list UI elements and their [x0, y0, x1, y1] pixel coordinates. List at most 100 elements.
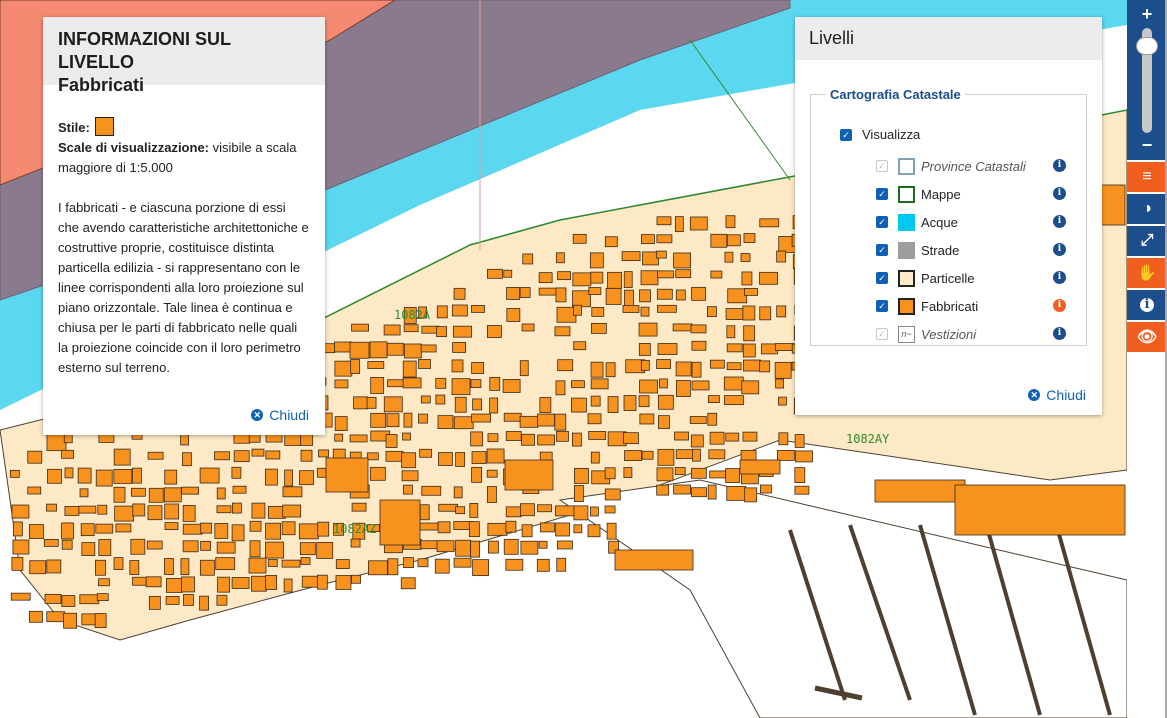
- layer-label: Particelle: [921, 270, 975, 286]
- cartography-group: Cartografia Catastale ✓ Visualizza ✓ Prov…: [810, 87, 1087, 346]
- building: [267, 559, 278, 567]
- building: [132, 576, 147, 586]
- building: [759, 360, 771, 373]
- layer-info-panel: INFORMAZIONI SUL LIVELLO Fabbricati Stil…: [43, 17, 325, 435]
- info-button[interactable]: i: [1127, 290, 1167, 320]
- building: [538, 540, 548, 549]
- building: [435, 377, 447, 389]
- building: [27, 486, 42, 495]
- layer-row-acque[interactable]: ✓ Acque i: [876, 211, 1076, 233]
- building: [725, 432, 740, 442]
- building: [725, 308, 744, 320]
- building: [335, 559, 350, 569]
- building: [726, 362, 742, 371]
- building: [81, 542, 96, 556]
- building: [469, 503, 479, 518]
- pan-button[interactable]: ✋: [1127, 258, 1167, 288]
- building: [503, 269, 513, 278]
- layer-row-particelle[interactable]: ✓ Particelle i: [876, 267, 1076, 289]
- building: [555, 252, 565, 264]
- style-label: Stile:: [58, 120, 90, 135]
- building: [9, 469, 20, 478]
- building: [519, 287, 531, 298]
- building: [657, 304, 677, 313]
- building: [163, 487, 182, 503]
- building: [572, 233, 587, 244]
- info-icon[interactable]: i: [1053, 327, 1066, 340]
- layer-checkbox[interactable]: ✓: [876, 244, 888, 256]
- zoom-in-button[interactable]: +: [1127, 3, 1167, 25]
- building: [1099, 184, 1126, 226]
- building: [164, 522, 179, 530]
- visibility-button[interactable]: 👁: [1127, 322, 1167, 352]
- building: [774, 361, 792, 379]
- contrast-icon: ◑: [1142, 200, 1152, 217]
- building: [182, 505, 196, 522]
- building: [707, 306, 717, 318]
- info-close-button[interactable]: ✕ Chiudi: [251, 407, 309, 423]
- info-icon[interactable]: i: [1053, 271, 1066, 284]
- building: [114, 505, 135, 522]
- building: [657, 394, 674, 410]
- building: [216, 487, 226, 500]
- building: [402, 377, 422, 389]
- layer-label: Acque: [921, 214, 958, 230]
- building: [557, 540, 573, 550]
- contrast-button[interactable]: ◑: [1127, 194, 1167, 224]
- building: [724, 395, 744, 406]
- building: [538, 287, 558, 296]
- building: [353, 396, 368, 410]
- building: [470, 431, 484, 447]
- building: [605, 288, 622, 305]
- building: [401, 452, 417, 469]
- building: [638, 395, 650, 408]
- building: [675, 361, 692, 377]
- layer-checkbox[interactable]: ✓: [876, 188, 888, 200]
- layer-checkbox: ✓: [876, 328, 888, 340]
- building: [487, 486, 497, 503]
- layer-row-province[interactable]: ✓ Province Catastali i: [876, 155, 1076, 177]
- building: [97, 504, 108, 515]
- info-icon[interactable]: i: [1053, 215, 1066, 228]
- layers-close-button[interactable]: ✕ Chiudi: [1028, 387, 1086, 403]
- building: [436, 305, 448, 319]
- building: [436, 540, 455, 553]
- layer-checkbox[interactable]: ✓: [876, 300, 888, 312]
- building: [369, 341, 388, 359]
- layer-label: Fabbricati: [921, 298, 979, 314]
- visualizza-checkbox[interactable]: ✓: [840, 128, 852, 141]
- info-icon[interactable]: i: [1053, 187, 1066, 200]
- building: [284, 469, 294, 487]
- info-icon[interactable]: i: [1053, 299, 1066, 312]
- building: [573, 524, 583, 534]
- layer-row-mappe[interactable]: ✓ Mappe i: [876, 183, 1076, 205]
- zoom-slider-handle[interactable]: [1136, 36, 1158, 55]
- building: [472, 398, 482, 411]
- building: [385, 450, 404, 462]
- layers-menu-button[interactable]: ≡: [1127, 162, 1167, 192]
- building: [604, 236, 618, 248]
- building: [623, 395, 637, 411]
- zoom-out-button[interactable]: −: [1127, 134, 1167, 156]
- building: [383, 324, 401, 336]
- info-icon[interactable]: i: [1053, 243, 1066, 256]
- building: [403, 343, 422, 359]
- layer-checkbox[interactable]: ✓: [876, 272, 888, 284]
- building: [727, 288, 748, 304]
- building: [335, 575, 352, 590]
- info-icon[interactable]: i: [1053, 159, 1066, 172]
- building: [403, 412, 413, 428]
- building: [233, 450, 250, 463]
- layer-row-vestizioni[interactable]: ✓ n~ Vestizioni i: [876, 323, 1076, 345]
- building: [572, 290, 591, 308]
- building: [537, 434, 556, 446]
- layer-checkbox[interactable]: ✓: [876, 216, 888, 228]
- layer-row-fabbricati[interactable]: ✓ Fabbricati i: [876, 295, 1076, 317]
- building: [657, 343, 678, 355]
- building: [489, 397, 499, 414]
- building: [318, 449, 329, 458]
- fullscreen-button[interactable]: ⤢: [1127, 226, 1167, 256]
- visualizza-toggle[interactable]: ✓ Visualizza: [840, 127, 920, 142]
- building: [113, 468, 133, 484]
- layer-row-strade[interactable]: ✓ Strade i: [876, 239, 1076, 261]
